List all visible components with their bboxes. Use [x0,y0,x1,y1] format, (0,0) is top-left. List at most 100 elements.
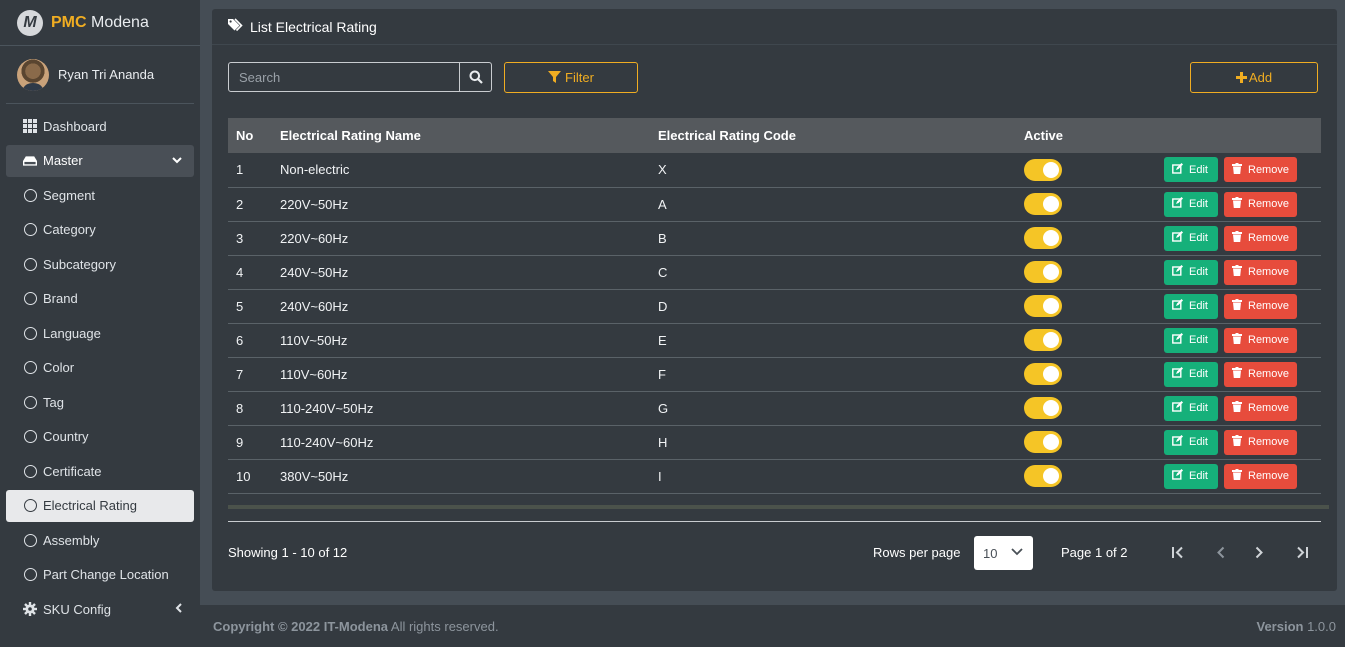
edit-button[interactable]: Edit [1164,191,1218,217]
search-button[interactable] [459,63,491,91]
cell-code: X [658,162,667,178]
cell-no: 6 [236,332,244,348]
active-toggle[interactable] [1024,431,1062,453]
cell-active [1024,289,1156,323]
remove-button[interactable]: Remove [1224,259,1297,285]
trash-icon [1232,265,1242,279]
user-panel[interactable]: Ryan Tri Ananda [6,46,194,104]
remove-button[interactable]: Remove [1224,191,1297,217]
remove-label: Remove [1248,334,1289,346]
edit-button[interactable]: Edit [1164,395,1218,421]
column-header-code[interactable]: Electrical Rating Code [658,118,1024,153]
column-header-active[interactable]: Active [1024,118,1156,153]
sidebar-item-sku-config[interactable]: SKU Config [6,593,194,625]
edit-label: Edit [1189,436,1208,448]
next-page-button[interactable] [1249,542,1269,562]
version-value: 1.0.0 [1307,618,1336,634]
sidebar-item-subcategory[interactable]: Subcategory [6,248,194,280]
active-toggle[interactable] [1024,158,1062,181]
cell-no: 8 [236,400,244,416]
sidebar-item-category[interactable]: Category [6,214,194,246]
table-row: 9 110-240V~60Hz H Edit Remove [228,425,1321,459]
brand-logo: M [17,9,43,36]
cell-no: 1 [236,162,244,178]
active-toggle[interactable] [1024,261,1062,283]
brand[interactable]: M PMC Modena [0,0,200,46]
cell-code: F [658,366,666,382]
cell-name: Non-electric [280,162,350,178]
sidebar-item-dashboard[interactable]: Dashboard [6,110,194,142]
remove-button[interactable]: Remove [1224,429,1297,455]
edit-button[interactable]: Edit [1164,429,1218,455]
active-toggle[interactable] [1024,329,1062,351]
remove-button[interactable]: Remove [1224,361,1297,387]
sidebar-item-country[interactable]: Country [6,421,194,453]
circle-icon [23,499,37,513]
remove-label: Remove [1248,198,1289,210]
last-page-button[interactable] [1292,542,1312,562]
cell-active [1024,255,1156,289]
first-page-button[interactable] [1168,542,1188,562]
edit-button[interactable]: Edit [1164,293,1218,319]
active-toggle[interactable] [1024,397,1062,419]
edit-icon [1172,231,1183,245]
previous-page-button[interactable] [1210,542,1230,562]
remove-button[interactable]: Remove [1224,395,1297,421]
column-header-name[interactable]: Electrical Rating Name [280,118,658,153]
remove-button[interactable]: Remove [1224,463,1297,489]
edit-icon [1172,435,1183,449]
electrical-rating-table: No Electrical Rating Name Electrical Rat… [228,118,1321,494]
cell-code: E [658,332,667,348]
trash-icon [1232,231,1242,245]
sidebar-item-label: Segment [43,187,96,203]
circle-icon [23,223,37,237]
horizontal-scrollbar[interactable] [228,505,1329,509]
circle-icon [23,395,37,409]
edit-button[interactable]: Edit [1164,361,1218,387]
cell-actions: Edit Remove [1156,459,1321,493]
filter-button[interactable]: Filter [504,62,638,93]
remove-button[interactable]: Remove [1224,327,1297,353]
chevron-left-icon [175,602,182,616]
remove-label: Remove [1248,436,1289,448]
cell-actions: Edit Remove [1156,153,1321,187]
edit-button[interactable]: Edit [1164,225,1218,251]
filter-label: Filter [565,70,594,85]
sidebar-item-segment[interactable]: Segment [6,179,194,211]
remove-label: Remove [1248,163,1289,176]
search-input[interactable] [229,63,459,91]
cell-active [1024,391,1156,425]
brand-name-bold: PMC [51,13,87,31]
edit-button[interactable]: Edit [1164,327,1218,353]
active-toggle[interactable] [1024,465,1062,487]
drive-icon [23,154,37,168]
sidebar-item-assembly[interactable]: Assembly [6,524,194,556]
edit-button[interactable]: Edit [1164,157,1218,183]
cell-active [1024,425,1156,459]
active-toggle[interactable] [1024,363,1062,385]
sidebar-item-tag[interactable]: Tag [6,386,194,418]
cell-code: I [658,468,662,484]
sidebar-item-master[interactable]: Master [6,144,194,177]
sidebar-item-label: Certificate [43,463,102,479]
column-header-no[interactable]: No [228,118,280,153]
sidebar-item-electrical-rating[interactable]: Electrical Rating [6,489,194,522]
circle-icon [23,188,37,202]
active-toggle[interactable] [1024,193,1062,215]
sidebar-item-part-change-location[interactable]: Part Change Location [6,559,194,591]
edit-button[interactable]: Edit [1164,463,1218,489]
active-toggle[interactable] [1024,227,1062,249]
add-button[interactable]: Add [1190,62,1318,93]
sidebar-item-language[interactable]: Language [6,317,194,349]
cell-name: 240V~50Hz [280,264,349,280]
sidebar-item-color[interactable]: Color [6,352,194,384]
active-toggle[interactable] [1024,295,1062,317]
remove-button[interactable]: Remove [1224,157,1297,183]
edit-button[interactable]: Edit [1164,259,1218,285]
remove-button[interactable]: Remove [1224,225,1297,251]
remove-button[interactable]: Remove [1224,293,1297,319]
sidebar-item-brand[interactable]: Brand [6,283,194,315]
sidebar-item-certificate[interactable]: Certificate [6,455,194,487]
search-icon [469,70,483,84]
rows-per-page-select[interactable]: 10 [974,536,1033,570]
